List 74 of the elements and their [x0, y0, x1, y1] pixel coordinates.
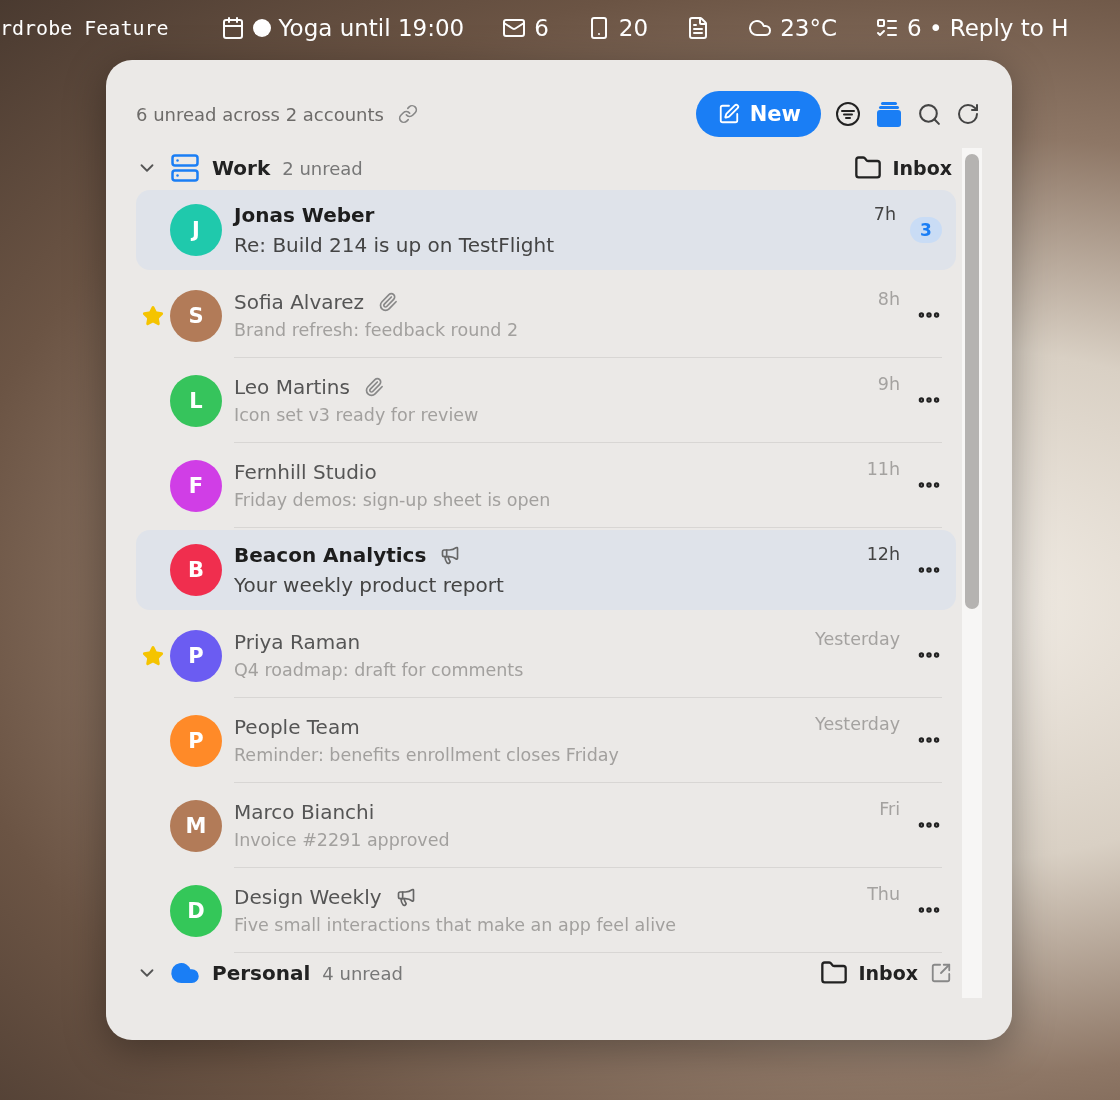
menu-bar-text[interactable]: Yoga until 19:00: [278, 15, 465, 41]
message-row[interactable]: P Priya Raman Q4 roadmap: draft for comments Yesterday: [136, 613, 956, 698]
avatar: M: [170, 799, 222, 852]
calendar-icon[interactable]: [220, 16, 245, 40]
time-text: 11h: [866, 459, 900, 479]
folder-button[interactable]: Inbox: [820, 959, 918, 987]
avatar: J: [170, 204, 222, 256]
unread-summary: 6 unread across 2 accounts: [136, 103, 384, 125]
new-button[interactable]: New: [695, 91, 821, 137]
menu-bar-text[interactable]: 6 • Reply to H: [906, 15, 1069, 41]
sender-name: Leo Martins: [234, 375, 350, 399]
subject-text: Five small interactions that make an app feel alive: [234, 915, 678, 935]
avatar: P: [170, 629, 222, 682]
subject-text: Your weekly product report: [234, 573, 505, 597]
subject-text: Reminder: benefits enrollment closes Friday: [234, 745, 620, 765]
compose-icon: [717, 103, 740, 125]
sender-name: Priya Raman: [234, 630, 361, 654]
status-dot-icon: [252, 19, 271, 37]
time-text: Fri: [879, 799, 900, 819]
folder-icon: [820, 959, 849, 987]
unread-message-row[interactable]: B Beacon Analytics Your weekly product report 12h: [136, 530, 956, 610]
unread-count: 4 unread: [322, 962, 404, 984]
folder-icon: [854, 154, 883, 182]
subject-text: Invoice #2291 approved: [234, 830, 451, 850]
sender-name: Marco Bianchi: [234, 800, 375, 824]
subject-text: Icon set v3 ready for review: [234, 405, 480, 425]
message-row[interactable]: P People Team Reminder: benefits enrollment closes Friday Yesterday: [136, 698, 956, 783]
time-text: Yesterday: [815, 629, 900, 649]
mail-icon[interactable]: [502, 16, 527, 40]
time-text: 9h: [877, 374, 900, 394]
scrollbar-thumb[interactable]: [965, 154, 979, 609]
subject-text: Brand refresh: feedback round 2: [234, 320, 520, 340]
subject-text: Q4 roadmap: draft for comments: [234, 660, 525, 680]
message-row[interactable]: L Leo Martins Icon set v3 ready for review 9h: [136, 358, 956, 443]
avatar: D: [170, 884, 222, 937]
time-text: Thu: [867, 884, 900, 904]
stack-icon[interactable]: [875, 100, 903, 128]
refresh-icon[interactable]: [956, 102, 980, 126]
sender-name: Design Weekly: [234, 885, 382, 909]
time-text: 12h: [866, 544, 900, 564]
message-row[interactable]: M Marco Bianchi Invoice #2291 approved Fri: [136, 783, 956, 868]
subject-text: Re: Build 214 is up on TestFlight: [234, 233, 556, 257]
folder-button[interactable]: Inbox: [854, 154, 952, 182]
message-row[interactable]: F Fernhill Studio Friday demos: sign-up sheet is open 11h: [136, 443, 956, 528]
avatar: F: [170, 459, 222, 512]
menu-bar-text[interactable]: 20: [618, 15, 649, 41]
time-text: 7h: [873, 204, 896, 224]
count-badge: 3: [910, 217, 942, 243]
filter-icon[interactable]: [835, 101, 861, 127]
menu-bar-text[interactable]: 6: [534, 15, 549, 41]
avatar: S: [170, 289, 222, 342]
unread-message-row[interactable]: J Jonas Weber Re: Build 214 is up on TestFlight 7h 3: [136, 190, 956, 270]
avatar: B: [170, 544, 222, 596]
avatar: P: [170, 714, 222, 767]
link-icon[interactable]: [397, 104, 418, 124]
server-icon: [170, 153, 200, 183]
account-name: Personal: [212, 961, 311, 985]
sender-name: People Team: [234, 715, 360, 739]
sender-name: Jonas Weber: [234, 203, 375, 227]
menu-bar-text[interactable]: 23°C: [780, 15, 837, 41]
account-name: Work: [212, 156, 271, 180]
avatar: L: [170, 374, 222, 427]
subject-text: Friday demos: sign-up sheet is open: [234, 490, 552, 510]
time-text: Yesterday: [815, 714, 900, 734]
sender-name: Fernhill Studio: [234, 460, 377, 484]
sender-name: Sofia Alvarez: [234, 290, 365, 314]
search-icon[interactable]: [917, 101, 942, 127]
unread-count: 2 unread: [282, 157, 364, 179]
app-menu-text: rdrobe Feature: [0, 16, 169, 40]
time-text: 8h: [877, 289, 900, 309]
message-row[interactable]: D Design Weekly Five small interactions that make an app feel alive Thu: [136, 868, 956, 953]
open-external-icon[interactable]: [930, 962, 952, 984]
sender-name: Beacon Analytics: [234, 543, 427, 567]
message-row[interactable]: S Sofia Alvarez Brand refresh: feedback round 2 8h: [136, 273, 956, 358]
